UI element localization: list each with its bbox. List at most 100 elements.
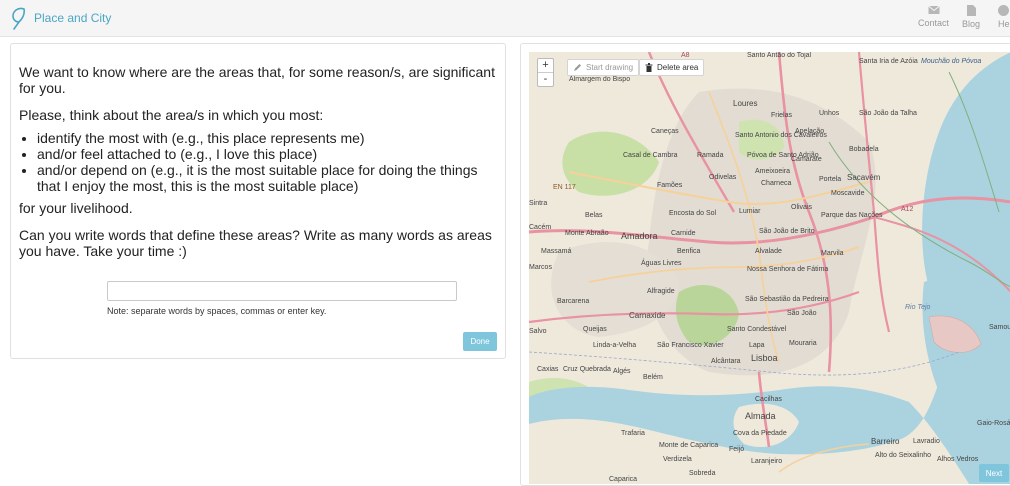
map-label: Unhos xyxy=(819,110,840,117)
map-label: Alto do Seixalinho xyxy=(875,452,932,459)
map-label: Laranjeiro xyxy=(751,458,783,465)
map-label: Alcântara xyxy=(711,358,741,365)
map-label: Ramada xyxy=(697,152,724,159)
bullet-attached: and/or feel attached to (e.g., I love th… xyxy=(37,146,497,162)
map-label: Portela xyxy=(819,176,842,183)
map-label: Verdizela xyxy=(663,456,692,463)
map-label: Alhos Vedros xyxy=(937,456,979,463)
question-text: We want to know where are the areas that… xyxy=(19,64,497,270)
map-label: São João de Brito xyxy=(759,228,815,235)
document-icon xyxy=(966,5,976,16)
map-label: Cacilhas xyxy=(755,396,782,403)
next-button[interactable]: Next xyxy=(979,464,1009,482)
map-label: Lumiar xyxy=(739,208,761,215)
top-navbar: Place and City Contact Blog He xyxy=(0,0,1010,37)
map-label: Caparica xyxy=(609,476,638,483)
map-label: Almargem do Bispo xyxy=(569,76,631,83)
question-bullets: identify the most with (e.g., this place… xyxy=(19,130,497,194)
nav-help[interactable]: He xyxy=(998,5,1010,29)
help-circle-icon xyxy=(998,5,1010,16)
question-livelihood: for your livelihood. xyxy=(19,200,133,216)
map-label: Santo Antão do Tojal xyxy=(747,52,812,59)
map-label: Sobreda xyxy=(689,470,716,477)
map-label: Algés xyxy=(613,368,631,375)
map-label: Marvila xyxy=(821,250,844,257)
map-label: Sacavém xyxy=(847,173,881,182)
delete-area-button[interactable]: Delete area xyxy=(639,59,705,76)
nav-contact-label: Contact xyxy=(918,18,950,28)
map-label: Odivelas xyxy=(709,174,737,181)
zoom-control: + - xyxy=(537,58,554,87)
delete-area-label: Delete area xyxy=(657,63,699,72)
trash-icon xyxy=(645,63,653,72)
zoom-in-button[interactable]: + xyxy=(538,59,553,73)
map-label: São Francisco Xavier xyxy=(657,342,724,349)
map-label: Lisboa xyxy=(751,353,778,363)
map-label: Caxias xyxy=(537,366,559,373)
map-label: Charneca xyxy=(761,180,792,187)
map-canvas[interactable]: Santo Antão do Tojal Santa Iria de Azóia… xyxy=(529,52,1010,484)
map-label: Famões xyxy=(657,182,683,189)
brand-name: Place and City xyxy=(34,11,112,25)
map-panel: Santo Antão do Tojal Santa Iria de Azóia… xyxy=(520,43,1010,486)
start-drawing-button[interactable]: Start drawing xyxy=(567,59,640,76)
map-label: Massamá xyxy=(541,248,572,255)
question-prompt: Please, think about the area/s in which … xyxy=(19,107,324,123)
map-label: Trafaria xyxy=(621,430,645,437)
map-label: Belas xyxy=(585,212,603,219)
map-label: Loures xyxy=(733,99,758,108)
pin-outline-icon xyxy=(12,7,26,30)
start-drawing-label: Start drawing xyxy=(586,63,634,72)
map-label: Cruz Quebrada xyxy=(563,366,611,373)
map-label: Samouco xyxy=(989,324,1010,331)
map-label: Alvalade xyxy=(755,248,782,255)
map-label: Alfragide xyxy=(647,288,675,295)
map-label: Lapa xyxy=(749,342,765,349)
map-label: Feijó xyxy=(729,446,745,453)
nav-blog[interactable]: Blog xyxy=(962,5,980,29)
zoom-out-button[interactable]: - xyxy=(538,73,553,86)
map-label: Moscavide xyxy=(831,190,865,197)
map-label: Rio Tejo xyxy=(905,304,931,311)
map-label: Caneças xyxy=(651,128,679,135)
map-label: São João xyxy=(787,310,817,317)
map-label: Belém xyxy=(643,374,663,381)
map-label: Monte Abraão xyxy=(565,230,609,237)
map-label: Camarate xyxy=(791,156,822,163)
map-label: Carnaxide xyxy=(629,311,666,320)
map-label: Parque das Nações xyxy=(821,212,883,219)
question-intro: We want to know where are the areas that… xyxy=(19,64,495,96)
map-label: Olivais xyxy=(791,204,813,211)
words-input[interactable] xyxy=(107,281,457,301)
map-label: Bobadela xyxy=(849,146,879,153)
nav-contact[interactable]: Contact xyxy=(918,5,949,28)
pencil-icon xyxy=(574,64,581,71)
map-label: São João da Talha xyxy=(859,110,917,117)
map-label: Mouchão do Póvoa xyxy=(921,58,982,65)
bullet-identify: identify the most with (e.g., this place… xyxy=(37,130,497,146)
map-label: Queijas xyxy=(583,326,607,333)
map-label: Barcarena xyxy=(557,298,590,305)
nav-help-label: He xyxy=(998,19,1010,29)
map-label: Nossa Senhora de Fátima xyxy=(747,266,829,273)
brand-link[interactable]: Place and City xyxy=(10,6,111,30)
map-label: Carnide xyxy=(671,230,696,237)
map-label: Barreiro xyxy=(871,437,900,446)
map-label: Salvo xyxy=(529,328,547,335)
map-label: Mouraria xyxy=(789,340,817,347)
nav-blog-label: Blog xyxy=(962,19,981,29)
map-label: Santo Condestável xyxy=(727,326,787,333)
map-label: Cova da Piedade xyxy=(733,430,787,437)
map-label: Gaio-Rosário xyxy=(977,420,1010,427)
map-label: Frielas xyxy=(771,112,793,119)
map-label: Encosta do Sol xyxy=(669,210,717,217)
map-label: Linda-a-Velha xyxy=(593,342,637,349)
map-label: Lavradio xyxy=(913,438,940,445)
question-panel: We want to know where are the areas that… xyxy=(10,43,506,359)
map-label: A12 xyxy=(901,206,914,213)
done-button[interactable]: Done xyxy=(463,332,497,351)
map-label: Amadora xyxy=(621,231,658,241)
question-ask: Can you write words that define these ar… xyxy=(19,227,492,259)
map-label: Marcos xyxy=(529,264,552,271)
map-label: Benfica xyxy=(677,248,701,255)
